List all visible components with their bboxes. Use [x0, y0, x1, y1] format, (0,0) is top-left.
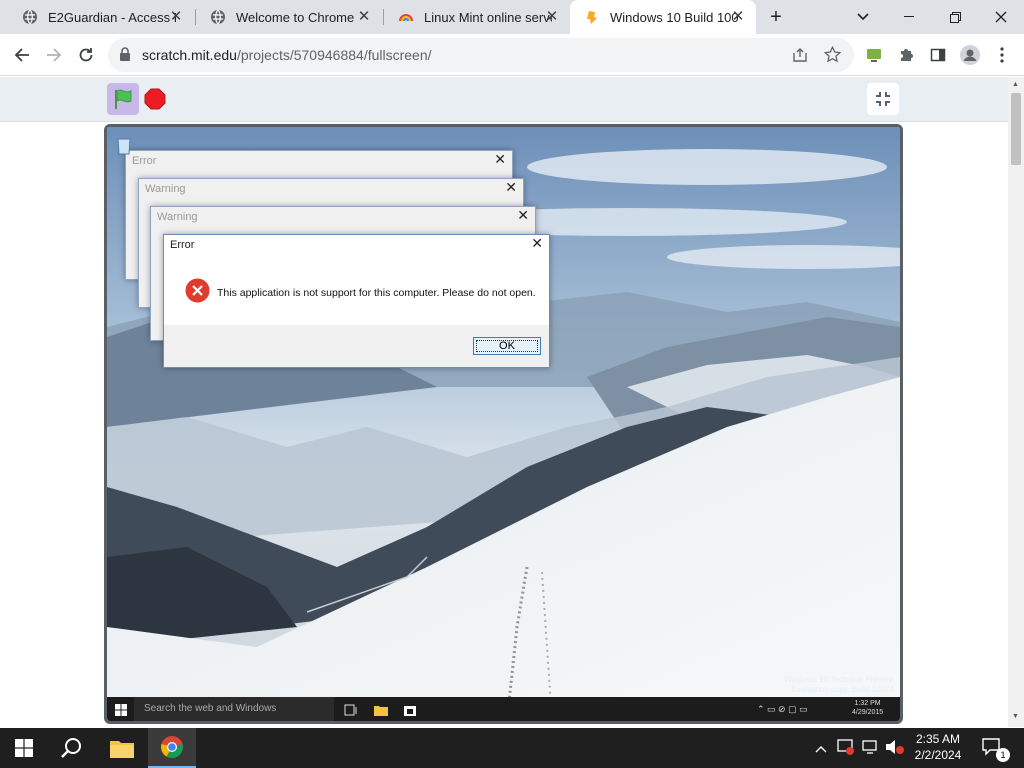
- back-button[interactable]: [6, 39, 38, 71]
- scratch-fullscreen-page: Error ✕ Warning ✕ Warning ✕ Error ✕ This…: [0, 77, 1008, 727]
- close-icon[interactable]: ✕: [544, 9, 560, 25]
- close-icon[interactable]: ✕: [494, 151, 506, 168]
- stop-button[interactable]: [144, 88, 166, 110]
- globe-icon: [210, 9, 226, 25]
- scroll-down-arrow-icon[interactable]: ▼: [1012, 713, 1019, 720]
- store-icon[interactable]: [404, 703, 416, 721]
- file-explorer-button[interactable]: [98, 728, 146, 768]
- rainbow-icon: [398, 9, 414, 25]
- search-button[interactable]: [48, 728, 96, 768]
- address-bar[interactable]: scratch.mit.edu/projects/570946884/fulls…: [108, 38, 854, 72]
- globe-icon: [22, 9, 38, 25]
- tab-label: Linux Mint online serve: [424, 9, 552, 25]
- extensions-puzzle-icon[interactable]: [890, 39, 922, 71]
- show-hidden-icons-chevron-icon[interactable]: [815, 740, 827, 758]
- host-taskbar: 2:35 AM 2/2/2024 1: [0, 728, 1024, 768]
- tab-linux-mint[interactable]: Linux Mint online serve ✕: [384, 0, 570, 34]
- volume-muted-icon[interactable]: [885, 738, 905, 761]
- ok-button[interactable]: OK: [473, 337, 541, 355]
- windows-logo-icon: [15, 739, 33, 757]
- dialog-title: Error: [170, 239, 195, 251]
- menu-kebab-icon[interactable]: [986, 39, 1018, 71]
- page-scrollbar[interactable]: ▲ ▼: [1008, 77, 1024, 727]
- url-host: scratch.mit.edu: [142, 47, 237, 63]
- close-icon[interactable]: ✕: [168, 9, 184, 25]
- notification-count-badge: 1: [996, 748, 1010, 762]
- close-icon[interactable]: ✕: [356, 9, 372, 25]
- watermark-line-1: Windows 10 Technical Preview: [784, 675, 894, 684]
- close-icon[interactable]: ✕: [531, 235, 543, 252]
- windows-watermark: Windows 10 Technical Preview Evaluation …: [784, 675, 894, 695]
- windows-search-box[interactable]: Search the web and Windows: [134, 697, 334, 721]
- url-text: scratch.mit.edu/projects/570946884/fulls…: [142, 47, 432, 63]
- clock-time: 2:35 AM: [915, 732, 961, 746]
- tab-strip: E2Guardian - Access De ✕ Welcome to Chro…: [0, 0, 1024, 34]
- project-stage[interactable]: Error ✕ Warning ✕ Warning ✕ Error ✕ This…: [104, 124, 903, 724]
- minimize-button[interactable]: [886, 0, 932, 34]
- tab-label: Windows 10 Build 100: [610, 9, 738, 25]
- green-flag-button[interactable]: [107, 83, 139, 115]
- file-explorer-icon[interactable]: [374, 703, 388, 721]
- dialog-title: Warning: [145, 183, 186, 195]
- clock-date: 2/2/2024: [914, 748, 962, 762]
- exit-fullscreen-icon: [876, 92, 890, 106]
- tab-search-chevron-icon[interactable]: [840, 0, 886, 34]
- side-panel-icon[interactable]: [922, 39, 954, 71]
- browser-toolbar: scratch.mit.edu/projects/570946884/fulls…: [0, 34, 1024, 76]
- close-icon[interactable]: ✕: [505, 179, 517, 196]
- windows-clock: 1:32 PM 4/29/2015: [852, 699, 883, 717]
- tab-label: Welcome to Chrome: [236, 9, 355, 25]
- network-icon[interactable]: [862, 738, 880, 761]
- tab-label: E2Guardian - Access De: [48, 9, 176, 25]
- dialog-title: Error: [132, 155, 157, 167]
- tab-windows10-build[interactable]: Windows 10 Build 100 ✕: [570, 0, 756, 34]
- chrome-taskbar-button[interactable]: [148, 728, 196, 768]
- tray-icons: ⌃ ▭ ⊘ ▢ ▭: [757, 704, 808, 714]
- forward-button[interactable]: [38, 39, 70, 71]
- recycle-bin-icon[interactable]: [115, 135, 133, 155]
- url-path: /projects/570946884/fullscreen/: [236, 47, 432, 63]
- reload-button[interactable]: [70, 39, 102, 71]
- error-icon: [185, 278, 210, 308]
- tab-welcome-chrome[interactable]: Welcome to Chrome ✕: [196, 0, 382, 34]
- error-dialog-front: Error ✕ This application is not support …: [163, 234, 550, 368]
- windows-time: 1:32 PM: [854, 700, 881, 707]
- star-icon[interactable]: [823, 45, 842, 68]
- green-flag-icon: [115, 89, 132, 109]
- task-view-icon[interactable]: [344, 703, 358, 721]
- restore-button[interactable]: [932, 0, 978, 34]
- scratch-logo-icon: [584, 9, 600, 25]
- windows-date: 4/29/2015: [852, 709, 884, 716]
- extension-monitor-icon[interactable]: [858, 39, 890, 71]
- stage-controls-bar: [0, 77, 1008, 122]
- tab-e2guardian[interactable]: E2Guardian - Access De ✕: [8, 0, 194, 34]
- exit-fullscreen-button[interactable]: [867, 83, 899, 115]
- chrome-icon: [161, 736, 183, 758]
- new-tab-button[interactable]: +: [754, 0, 798, 34]
- windows10-taskbar: Search the web and Windows ⌃ ▭ ⊘ ▢ ▭ 1:3…: [107, 697, 900, 721]
- close-window-button[interactable]: [978, 0, 1024, 34]
- watermark-line-2: Evaluation copy. Build 10074: [791, 685, 894, 694]
- start-button[interactable]: [0, 728, 48, 768]
- scrollbar-thumb[interactable]: [1011, 93, 1021, 165]
- share-icon[interactable]: [792, 47, 808, 68]
- search-icon: [61, 738, 81, 758]
- scroll-up-arrow-icon[interactable]: ▲: [1012, 81, 1019, 88]
- system-clock[interactable]: 2:35 AM 2/2/2024: [908, 731, 968, 763]
- stop-sign-icon: [144, 88, 166, 110]
- folder-icon: [110, 741, 134, 758]
- defender-shield-icon[interactable]: [837, 738, 855, 761]
- windows-start-icon[interactable]: [115, 703, 127, 721]
- error-message: This application is not support for this…: [217, 287, 536, 299]
- dialog-title: Warning: [157, 211, 198, 223]
- lock-icon[interactable]: [119, 47, 131, 67]
- close-icon[interactable]: ✕: [730, 9, 746, 25]
- close-icon[interactable]: ✕: [517, 207, 529, 224]
- profile-avatar-icon[interactable]: [954, 39, 986, 71]
